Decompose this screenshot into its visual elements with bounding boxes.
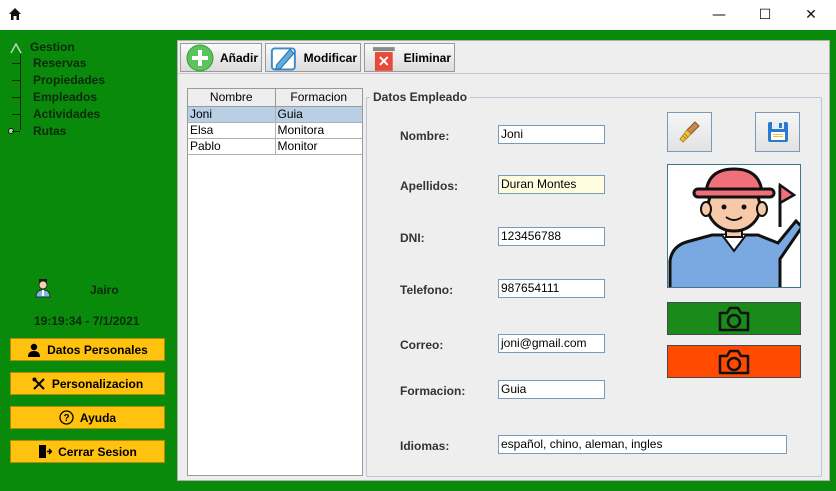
tree-root-label: Gestion: [30, 40, 75, 54]
cell-nombre: Pablo: [188, 139, 276, 154]
datos-personales-button[interactable]: Datos Personales: [10, 338, 165, 361]
idiomas-label: Idiomas:: [400, 439, 450, 453]
form-legend: Datos Empleado: [370, 90, 471, 104]
camera-button-red[interactable]: [667, 345, 801, 378]
cell-formacion: Monitor: [277, 139, 318, 153]
broom-icon: [678, 121, 700, 143]
tools-icon: [32, 377, 45, 390]
add-label: Añadir: [219, 50, 258, 65]
house-icon: [9, 8, 21, 20]
help-icon: ?: [59, 410, 74, 425]
telefono-field[interactable]: 987654111: [498, 279, 605, 298]
telefono-label: Telefono:: [400, 283, 454, 297]
correo-field[interactable]: joni@gmail.com: [498, 334, 605, 353]
tree-item-label: Actividades: [33, 107, 101, 121]
tree-item-propiedades[interactable]: Propiedades: [8, 72, 105, 89]
tree-item-label: Rutas: [33, 124, 67, 138]
cell-nombre: Joni: [188, 107, 276, 122]
ayuda-button[interactable]: ? Ayuda: [10, 406, 165, 429]
dni-field[interactable]: 123456788: [498, 227, 605, 246]
close-button[interactable]: ✕: [788, 0, 834, 30]
camera-icon: [718, 349, 750, 374]
button-label: Datos Personales: [47, 342, 148, 357]
delete-label: Eliminar: [403, 50, 451, 65]
personalizacion-button[interactable]: Personalizacion: [10, 372, 165, 395]
tree-item-rutas[interactable]: Rutas: [8, 123, 105, 140]
edit-icon: [270, 46, 296, 70]
content-panel: Añadir Modificar Eliminar Nombre Formaci…: [177, 40, 830, 481]
nombre-label: Nombre:: [400, 129, 450, 143]
svg-text:?: ?: [63, 413, 69, 424]
tree-item-empleados[interactable]: Empleados: [8, 89, 105, 106]
logout-icon: [39, 445, 53, 458]
idiomas-field[interactable]: español, chino, aleman, ingles: [498, 435, 787, 454]
table-header: Nombre Formacion: [188, 89, 362, 107]
modify-label: Modificar: [303, 50, 357, 65]
formacion-field[interactable]: Guia: [498, 380, 605, 399]
minimize-button[interactable]: —: [696, 0, 742, 30]
button-label: Personalizacion: [51, 376, 144, 391]
delete-button[interactable]: Eliminar: [364, 43, 455, 72]
apellidos-label: Apellidos:: [400, 179, 459, 193]
add-button[interactable]: Añadir: [180, 43, 262, 72]
user-avatar-icon: [35, 279, 51, 298]
table-row[interactable]: Pablo Monitor: [188, 139, 362, 155]
apellidos-field[interactable]: Duran Montes: [498, 175, 605, 194]
nombre-field[interactable]: Joni: [498, 125, 605, 144]
cell-nombre: Elsa: [188, 123, 276, 138]
floppy-disk-icon: [767, 122, 788, 142]
trash-icon: [372, 46, 395, 71]
toolbar: Añadir Modificar Eliminar: [178, 41, 829, 74]
button-label: Ayuda: [79, 410, 117, 425]
camera-button-green[interactable]: [667, 302, 801, 335]
column-header-formacion[interactable]: Formacion: [276, 89, 363, 106]
dni-label: DNI:: [400, 231, 425, 245]
tree-item-label: Reservas: [33, 56, 87, 70]
title-bar: — ☐ ✕: [0, 0, 836, 30]
tree-item-label: Propiedades: [33, 73, 106, 87]
cell-formacion: Guia: [277, 107, 303, 121]
modify-button[interactable]: Modificar: [265, 43, 361, 72]
camera-icon: [718, 306, 750, 331]
plus-icon: [186, 44, 214, 71]
cerrar-sesion-button[interactable]: Cerrar Sesion: [10, 440, 165, 463]
tree-item-actividades[interactable]: Actividades: [8, 106, 105, 123]
datetime-display: 19:19:34 - 7/1/2021: [34, 314, 140, 328]
sidebar: Gestion Reservas Propiedades Empleados A…: [0, 30, 175, 491]
maximize-button[interactable]: ☐: [742, 0, 788, 30]
tree-folder-icon: [10, 42, 22, 54]
person-icon: [28, 343, 41, 357]
button-label: Cerrar Sesion: [58, 444, 137, 459]
tour-guide-avatar-icon: [668, 167, 800, 287]
correo-label: Correo:: [400, 338, 444, 352]
tree-item-label: Empleados: [33, 90, 98, 104]
save-button[interactable]: [755, 112, 800, 152]
tree-item-reservas[interactable]: Reservas: [8, 55, 105, 72]
nav-tree: Gestion Reservas Propiedades Empleados A…: [8, 40, 105, 140]
column-header-nombre[interactable]: Nombre: [188, 89, 276, 106]
employee-photo: [667, 164, 801, 288]
user-name: Jairo: [90, 283, 119, 297]
tree-root-gestion[interactable]: Gestion: [8, 40, 105, 55]
clear-button[interactable]: [667, 112, 712, 152]
cell-formacion: Monitora: [277, 123, 325, 137]
employees-table[interactable]: Nombre Formacion Joni Guia Elsa Monitora…: [187, 88, 363, 476]
table-row[interactable]: Elsa Monitora: [188, 123, 362, 139]
main-area: Añadir Modificar Eliminar Nombre Formaci…: [175, 30, 836, 491]
formacion-label: Formacion:: [400, 384, 466, 398]
table-row[interactable]: Joni Guia: [188, 107, 362, 123]
